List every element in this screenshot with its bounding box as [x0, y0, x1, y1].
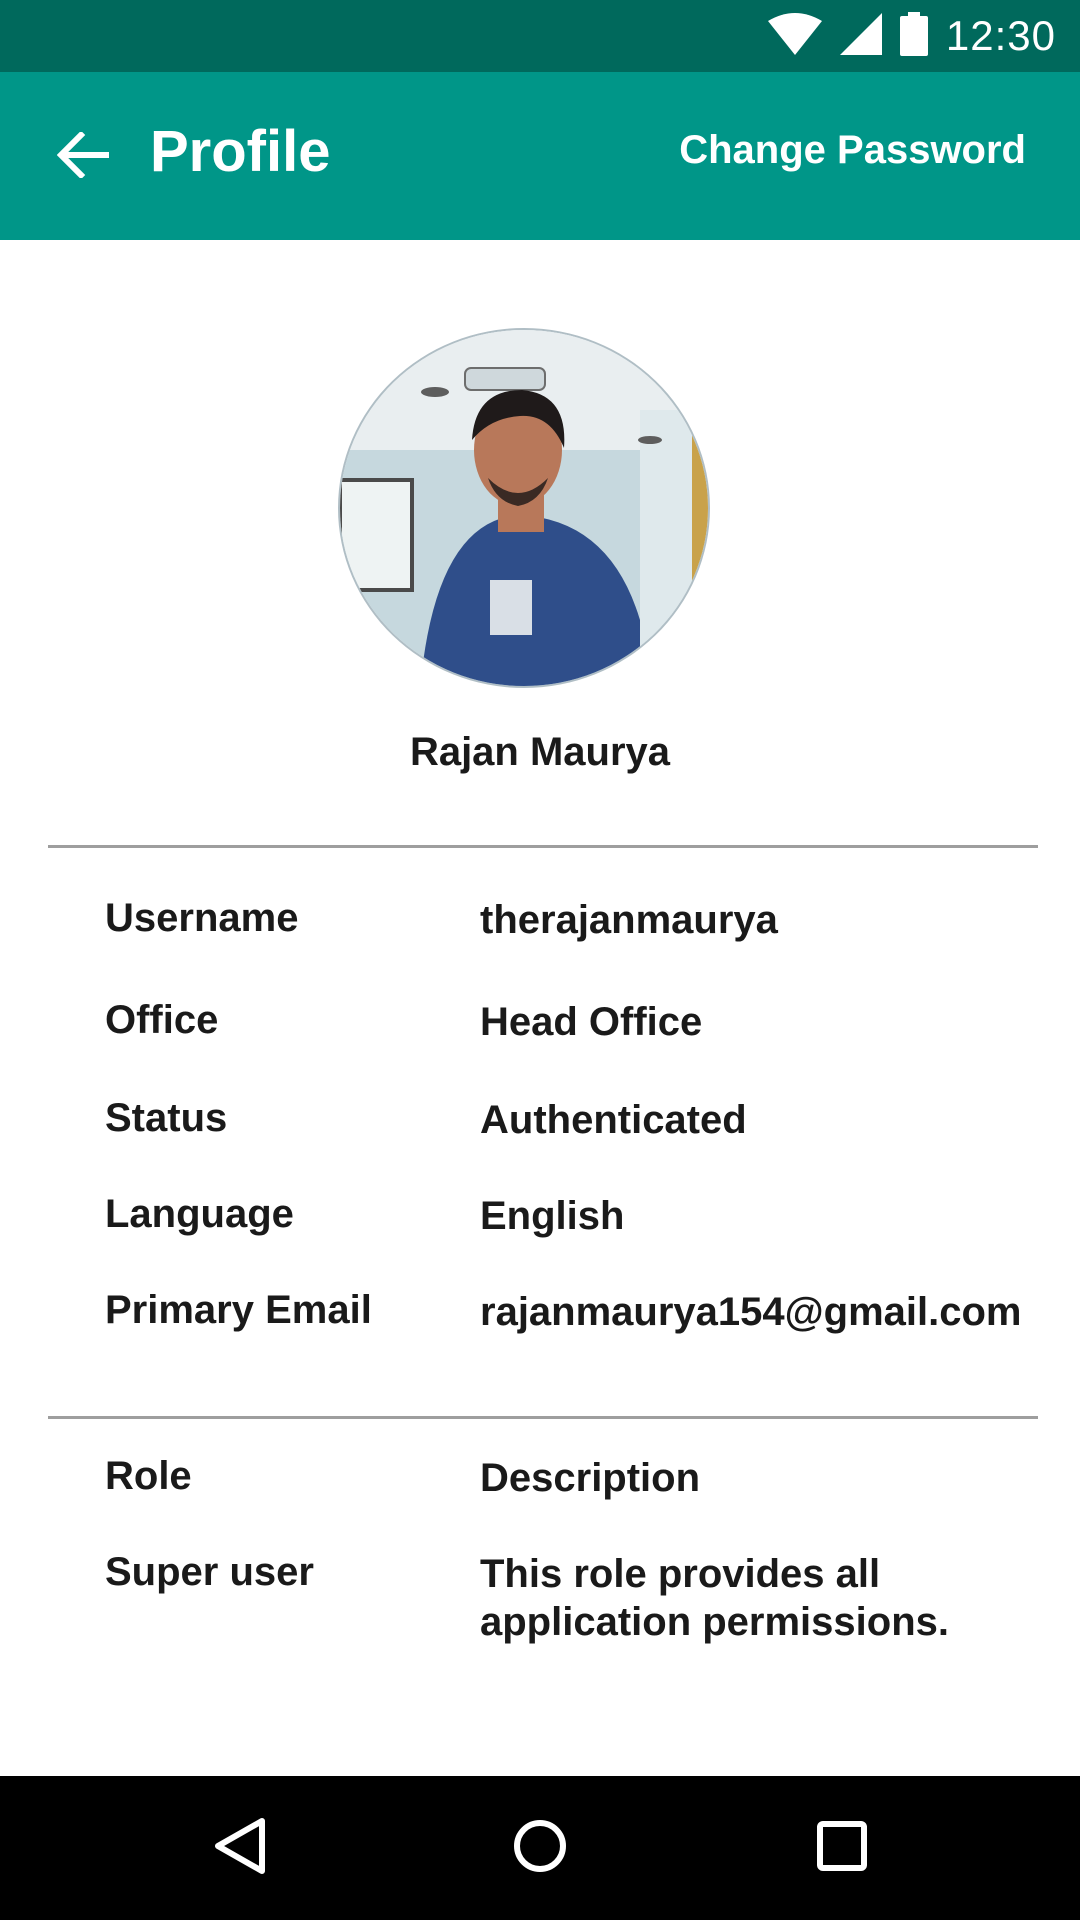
detail-label: Primary Email — [105, 1288, 372, 1332]
detail-value: Authenticated — [480, 1098, 747, 1142]
detail-label: Username — [105, 896, 299, 940]
avatar — [338, 328, 710, 688]
home-circle-icon — [512, 1818, 568, 1879]
change-password-button[interactable]: Change Password — [679, 128, 1026, 173]
nav-recents-button[interactable] — [806, 1812, 878, 1884]
detail-label: Office — [105, 998, 219, 1042]
signal-icon — [839, 12, 882, 60]
detail-label: Status — [105, 1096, 228, 1140]
detail-value: rajanmaurya154@gmail.com — [480, 1290, 1022, 1334]
status-time: 12:30 — [945, 12, 1056, 59]
divider — [48, 845, 1038, 848]
recents-square-icon — [816, 1820, 868, 1877]
nav-home-button[interactable] — [504, 1812, 576, 1884]
detail-value: English — [480, 1194, 625, 1238]
detail-value: therajanmaurya — [480, 898, 778, 942]
detail-value: Head Office — [480, 1000, 703, 1044]
wifi-icon — [767, 12, 822, 60]
app-bar: Profile Change Password — [0, 72, 1080, 240]
status-bar: 12:30 — [0, 0, 1080, 72]
page-title: Profile — [150, 119, 331, 184]
role-name: Super user — [105, 1550, 314, 1594]
status-icons: 12:30 — [767, 0, 1056, 72]
roles-header-label: Role — [105, 1454, 192, 1498]
nav-back-button[interactable] — [204, 1812, 276, 1884]
role-description: This role provides all application permi… — [480, 1552, 950, 1644]
detail-label: Language — [105, 1192, 294, 1236]
profile-content: Rajan Maurya Username therajanmaurya Off… — [0, 240, 1080, 1776]
battery-icon — [899, 11, 928, 61]
back-button[interactable] — [50, 124, 116, 190]
profile-name: Rajan Maurya — [409, 730, 671, 774]
divider — [48, 1416, 1038, 1419]
system-navigation-bar — [0, 1776, 1080, 1920]
arrow-back-icon — [56, 130, 110, 183]
roles-header-value: Description — [480, 1456, 701, 1500]
back-triangle-icon — [212, 1816, 268, 1881]
